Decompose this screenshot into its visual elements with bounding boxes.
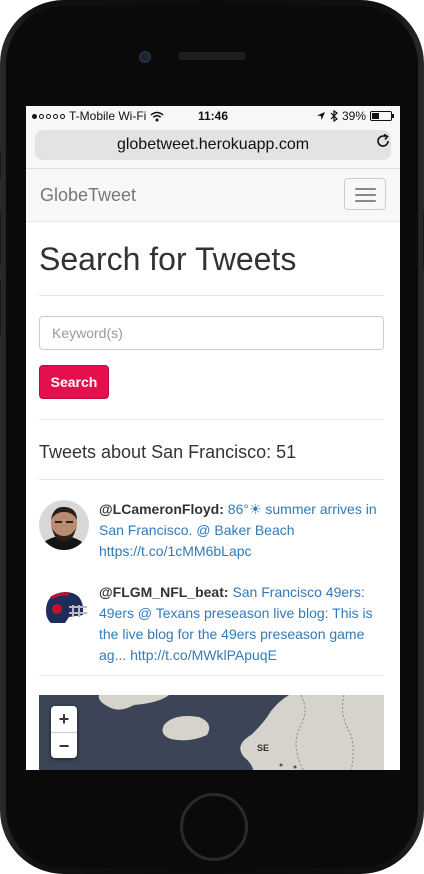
front-camera <box>139 51 151 63</box>
divider <box>39 675 384 676</box>
browser-toolbar: globetweet.herokuapp.com <box>26 126 400 169</box>
map-country-label: SE <box>257 743 270 753</box>
avatar <box>39 583 89 633</box>
tweet-handle[interactable]: @FLGM_NFL_beat: <box>99 584 229 600</box>
tweet-text-block: @FLGM_NFL_beat: San Francisco 49ers: 49e… <box>99 582 384 666</box>
divider <box>39 419 384 420</box>
url-text: globetweet.herokuapp.com <box>116 136 310 153</box>
reload-icon[interactable] <box>374 132 392 150</box>
avatar <box>39 500 89 550</box>
page-title: Search for Tweets <box>39 241 297 277</box>
divider <box>39 295 384 296</box>
phone-frame: T-Mobile Wi-Fi 11:46 39% globetweet.hero… <box>0 0 424 874</box>
mute-switch <box>0 150 1 180</box>
screen: T-Mobile Wi-Fi 11:46 39% globetweet.hero… <box>26 106 400 770</box>
tweet-handle[interactable]: @LCameronFloyd: <box>99 501 224 517</box>
volume-down-button <box>0 280 1 336</box>
hamburger-bar <box>355 194 376 196</box>
tweet-map[interactable]: SE + − <box>39 695 384 770</box>
location-icon <box>316 112 325 120</box>
volume-up-button <box>0 210 1 266</box>
zoom-in-button[interactable]: + <box>51 706 77 733</box>
battery-percent: 39% <box>341 109 366 123</box>
keyword-search-input[interactable]: Keyword(s) <box>39 316 384 350</box>
divider <box>39 479 384 480</box>
address-bar[interactable]: globetweet.herokuapp.com <box>35 130 391 160</box>
home-button[interactable] <box>180 793 248 861</box>
hamburger-bar <box>355 188 376 190</box>
map-zoom-control: + − <box>51 706 77 758</box>
navbar: GlobeTweet <box>26 169 400 222</box>
results-heading: Tweets about San Francisco: 51 <box>39 442 297 462</box>
status-bar: T-Mobile Wi-Fi 11:46 39% <box>26 106 400 126</box>
brand-link[interactable]: GlobeTweet <box>40 185 136 206</box>
tweet-text-block: @LCameronFloyd: 86°☀ summer arrives in S… <box>99 499 384 562</box>
zoom-out-button[interactable]: − <box>51 733 77 759</box>
map-tiles <box>98 695 384 770</box>
search-button[interactable]: Search <box>39 365 109 399</box>
bluetooth-icon <box>330 110 338 122</box>
battery-icon <box>370 111 394 121</box>
hamburger-bar <box>355 200 376 202</box>
earpiece-speaker <box>178 52 246 60</box>
hamburger-menu-button[interactable] <box>344 178 386 210</box>
